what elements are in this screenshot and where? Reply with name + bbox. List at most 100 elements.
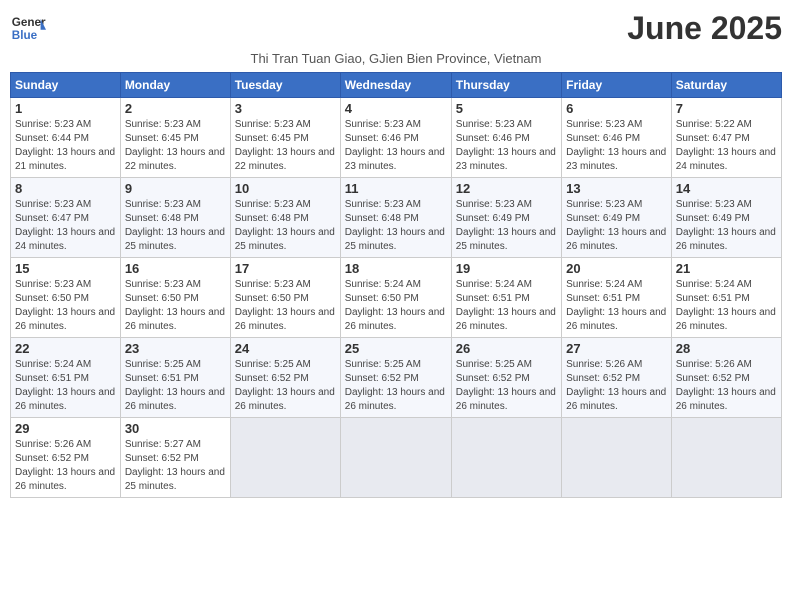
- calendar-cell: 1Sunrise: 5:23 AMSunset: 6:44 PMDaylight…: [11, 98, 121, 178]
- calendar-cell: 28 Sunrise: 5:26 AMSunset: 6:52 PMDayligh…: [671, 338, 781, 418]
- day-detail: Sunrise: 5:23 AMSunset: 6:50 PMDaylight:…: [235, 278, 336, 334]
- day-number: 14: [676, 181, 777, 196]
- day-detail: Sunrise: 5:23 AMSunset: 6:49 PMDaylight:…: [566, 198, 667, 254]
- calendar-table: SundayMondayTuesdayWednesdayThursdayFrid…: [10, 72, 782, 498]
- calendar-cell: 14 Sunrise: 5:23 AMSunset: 6:49 PMDayligh…: [671, 178, 781, 258]
- day-detail: Sunrise: 5:23 AMSunset: 6:48 PMDaylight:…: [235, 198, 336, 254]
- day-detail: Sunrise: 5:22 AMSunset: 6:47 PMDaylight:…: [676, 118, 777, 174]
- day-detail: Sunrise: 5:23 AMSunset: 6:44 PMDaylight:…: [15, 118, 116, 174]
- day-detail: Sunrise: 5:23 AMSunset: 6:49 PMDaylight:…: [456, 198, 557, 254]
- day-detail: Sunrise: 5:24 AMSunset: 6:51 PMDaylight:…: [456, 278, 557, 334]
- logo: General Blue: [10, 10, 50, 46]
- col-header-saturday: Saturday: [671, 73, 781, 98]
- day-number: 26: [456, 341, 557, 356]
- day-number: 11: [345, 181, 447, 196]
- col-header-tuesday: Tuesday: [230, 73, 340, 98]
- day-number: 7: [676, 101, 777, 116]
- day-detail: Sunrise: 5:23 AMSunset: 6:46 PMDaylight:…: [345, 118, 447, 174]
- day-number: 12: [456, 181, 557, 196]
- calendar-cell: 12 Sunrise: 5:23 AMSunset: 6:49 PMDayligh…: [451, 178, 561, 258]
- day-number: 6: [566, 101, 667, 116]
- calendar-body: 1Sunrise: 5:23 AMSunset: 6:44 PMDaylight…: [11, 98, 782, 498]
- week-row-3: 15 Sunrise: 5:23 AMSunset: 6:50 PMDayligh…: [11, 258, 782, 338]
- calendar-cell: 4 Sunrise: 5:23 AMSunset: 6:46 PMDaylight…: [340, 98, 451, 178]
- calendar-cell: 23 Sunrise: 5:25 AMSunset: 6:51 PMDayligh…: [120, 338, 230, 418]
- day-number: 15: [15, 261, 116, 276]
- page-subtitle: Thi Tran Tuan Giao, GJien Bien Province,…: [10, 51, 782, 66]
- col-header-wednesday: Wednesday: [340, 73, 451, 98]
- day-number: 4: [345, 101, 447, 116]
- col-header-thursday: Thursday: [451, 73, 561, 98]
- calendar-cell: 18 Sunrise: 5:24 AMSunset: 6:50 PMDayligh…: [340, 258, 451, 338]
- calendar-cell: 25Sunrise: 5:25 AMSunset: 6:52 PMDayligh…: [340, 338, 451, 418]
- calendar-cell: 17 Sunrise: 5:23 AMSunset: 6:50 PMDayligh…: [230, 258, 340, 338]
- day-number: 10: [235, 181, 336, 196]
- calendar-cell: 5 Sunrise: 5:23 AMSunset: 6:46 PMDaylight…: [451, 98, 561, 178]
- day-number: 2: [125, 101, 226, 116]
- day-number: 28: [676, 341, 777, 356]
- calendar-cell: 24 Sunrise: 5:25 AMSunset: 6:52 PMDayligh…: [230, 338, 340, 418]
- col-header-sunday: Sunday: [11, 73, 121, 98]
- week-row-5: 29 Sunrise: 5:26 AMSunset: 6:52 PMDayligh…: [11, 418, 782, 498]
- calendar-cell: 26 Sunrise: 5:25 AMSunset: 6:52 PMDayligh…: [451, 338, 561, 418]
- day-number: 17: [235, 261, 336, 276]
- calendar-cell: 22Sunrise: 5:24 AMSunset: 6:51 PMDayligh…: [11, 338, 121, 418]
- calendar-cell: 13 Sunrise: 5:23 AMSunset: 6:49 PMDayligh…: [562, 178, 672, 258]
- day-number: 29: [15, 421, 116, 436]
- calendar-cell: 2 Sunrise: 5:23 AMSunset: 6:45 PMDaylight…: [120, 98, 230, 178]
- calendar-cell: [451, 418, 561, 498]
- day-detail: Sunrise: 5:24 AMSunset: 6:51 PMDaylight:…: [566, 278, 667, 334]
- logo-icon: General Blue: [10, 10, 46, 46]
- day-number: 3: [235, 101, 336, 116]
- day-number: 27: [566, 341, 667, 356]
- week-row-4: 22Sunrise: 5:24 AMSunset: 6:51 PMDayligh…: [11, 338, 782, 418]
- col-header-monday: Monday: [120, 73, 230, 98]
- week-row-1: 1Sunrise: 5:23 AMSunset: 6:44 PMDaylight…: [11, 98, 782, 178]
- day-detail: Sunrise: 5:25 AMSunset: 6:52 PMDaylight:…: [456, 358, 557, 414]
- day-detail: Sunrise: 5:24 AMSunset: 6:51 PMDaylight:…: [676, 278, 777, 334]
- col-header-friday: Friday: [562, 73, 672, 98]
- calendar-cell: 7 Sunrise: 5:22 AMSunset: 6:47 PMDaylight…: [671, 98, 781, 178]
- calendar-cell: 29 Sunrise: 5:26 AMSunset: 6:52 PMDayligh…: [11, 418, 121, 498]
- day-detail: Sunrise: 5:23 AMSunset: 6:46 PMDaylight:…: [566, 118, 667, 174]
- calendar-cell: [230, 418, 340, 498]
- day-number: 24: [235, 341, 336, 356]
- calendar-cell: 11Sunrise: 5:23 AMSunset: 6:48 PMDayligh…: [340, 178, 451, 258]
- day-number: 23: [125, 341, 226, 356]
- day-detail: Sunrise: 5:23 AMSunset: 6:45 PMDaylight:…: [125, 118, 226, 174]
- calendar-cell: [671, 418, 781, 498]
- day-detail: Sunrise: 5:26 AMSunset: 6:52 PMDaylight:…: [566, 358, 667, 414]
- day-number: 18: [345, 261, 447, 276]
- day-detail: Sunrise: 5:24 AMSunset: 6:50 PMDaylight:…: [345, 278, 447, 334]
- day-detail: Sunrise: 5:23 AMSunset: 6:49 PMDaylight:…: [676, 198, 777, 254]
- day-detail: Sunrise: 5:27 AMSunset: 6:52 PMDaylight:…: [125, 438, 226, 494]
- day-detail: Sunrise: 5:25 AMSunset: 6:52 PMDaylight:…: [235, 358, 336, 414]
- day-number: 13: [566, 181, 667, 196]
- calendar-cell: [562, 418, 672, 498]
- calendar-cell: 10 Sunrise: 5:23 AMSunset: 6:48 PMDayligh…: [230, 178, 340, 258]
- day-detail: Sunrise: 5:26 AMSunset: 6:52 PMDaylight:…: [676, 358, 777, 414]
- day-number: 20: [566, 261, 667, 276]
- calendar-cell: 30 Sunrise: 5:27 AMSunset: 6:52 PMDayligh…: [120, 418, 230, 498]
- day-detail: Sunrise: 5:24 AMSunset: 6:51 PMDaylight:…: [15, 358, 116, 414]
- day-number: 19: [456, 261, 557, 276]
- month-title: June 2025: [627, 10, 782, 47]
- day-detail: Sunrise: 5:26 AMSunset: 6:52 PMDaylight:…: [15, 438, 116, 494]
- day-detail: Sunrise: 5:25 AMSunset: 6:51 PMDaylight:…: [125, 358, 226, 414]
- day-number: 25: [345, 341, 447, 356]
- day-number: 9: [125, 181, 226, 196]
- calendar-cell: 6 Sunrise: 5:23 AMSunset: 6:46 PMDaylight…: [562, 98, 672, 178]
- day-number: 30: [125, 421, 226, 436]
- day-number: 16: [125, 261, 226, 276]
- calendar-cell: [340, 418, 451, 498]
- calendar-cell: 16Sunrise: 5:23 AMSunset: 6:50 PMDayligh…: [120, 258, 230, 338]
- svg-text:Blue: Blue: [12, 29, 38, 42]
- calendar-cell: 15Sunrise: 5:23 AMSunset: 6:50 PMDayligh…: [11, 258, 121, 338]
- calendar-cell: 8Sunrise: 5:23 AMSunset: 6:47 PMDaylight…: [11, 178, 121, 258]
- day-detail: Sunrise: 5:23 AMSunset: 6:47 PMDaylight:…: [15, 198, 116, 254]
- day-number: 5: [456, 101, 557, 116]
- calendar-cell: 21Sunrise: 5:24 AMSunset: 6:51 PMDayligh…: [671, 258, 781, 338]
- day-detail: Sunrise: 5:23 AMSunset: 6:48 PMDaylight:…: [125, 198, 226, 254]
- calendar-cell: 27 Sunrise: 5:26 AMSunset: 6:52 PMDayligh…: [562, 338, 672, 418]
- day-detail: Sunrise: 5:23 AMSunset: 6:46 PMDaylight:…: [456, 118, 557, 174]
